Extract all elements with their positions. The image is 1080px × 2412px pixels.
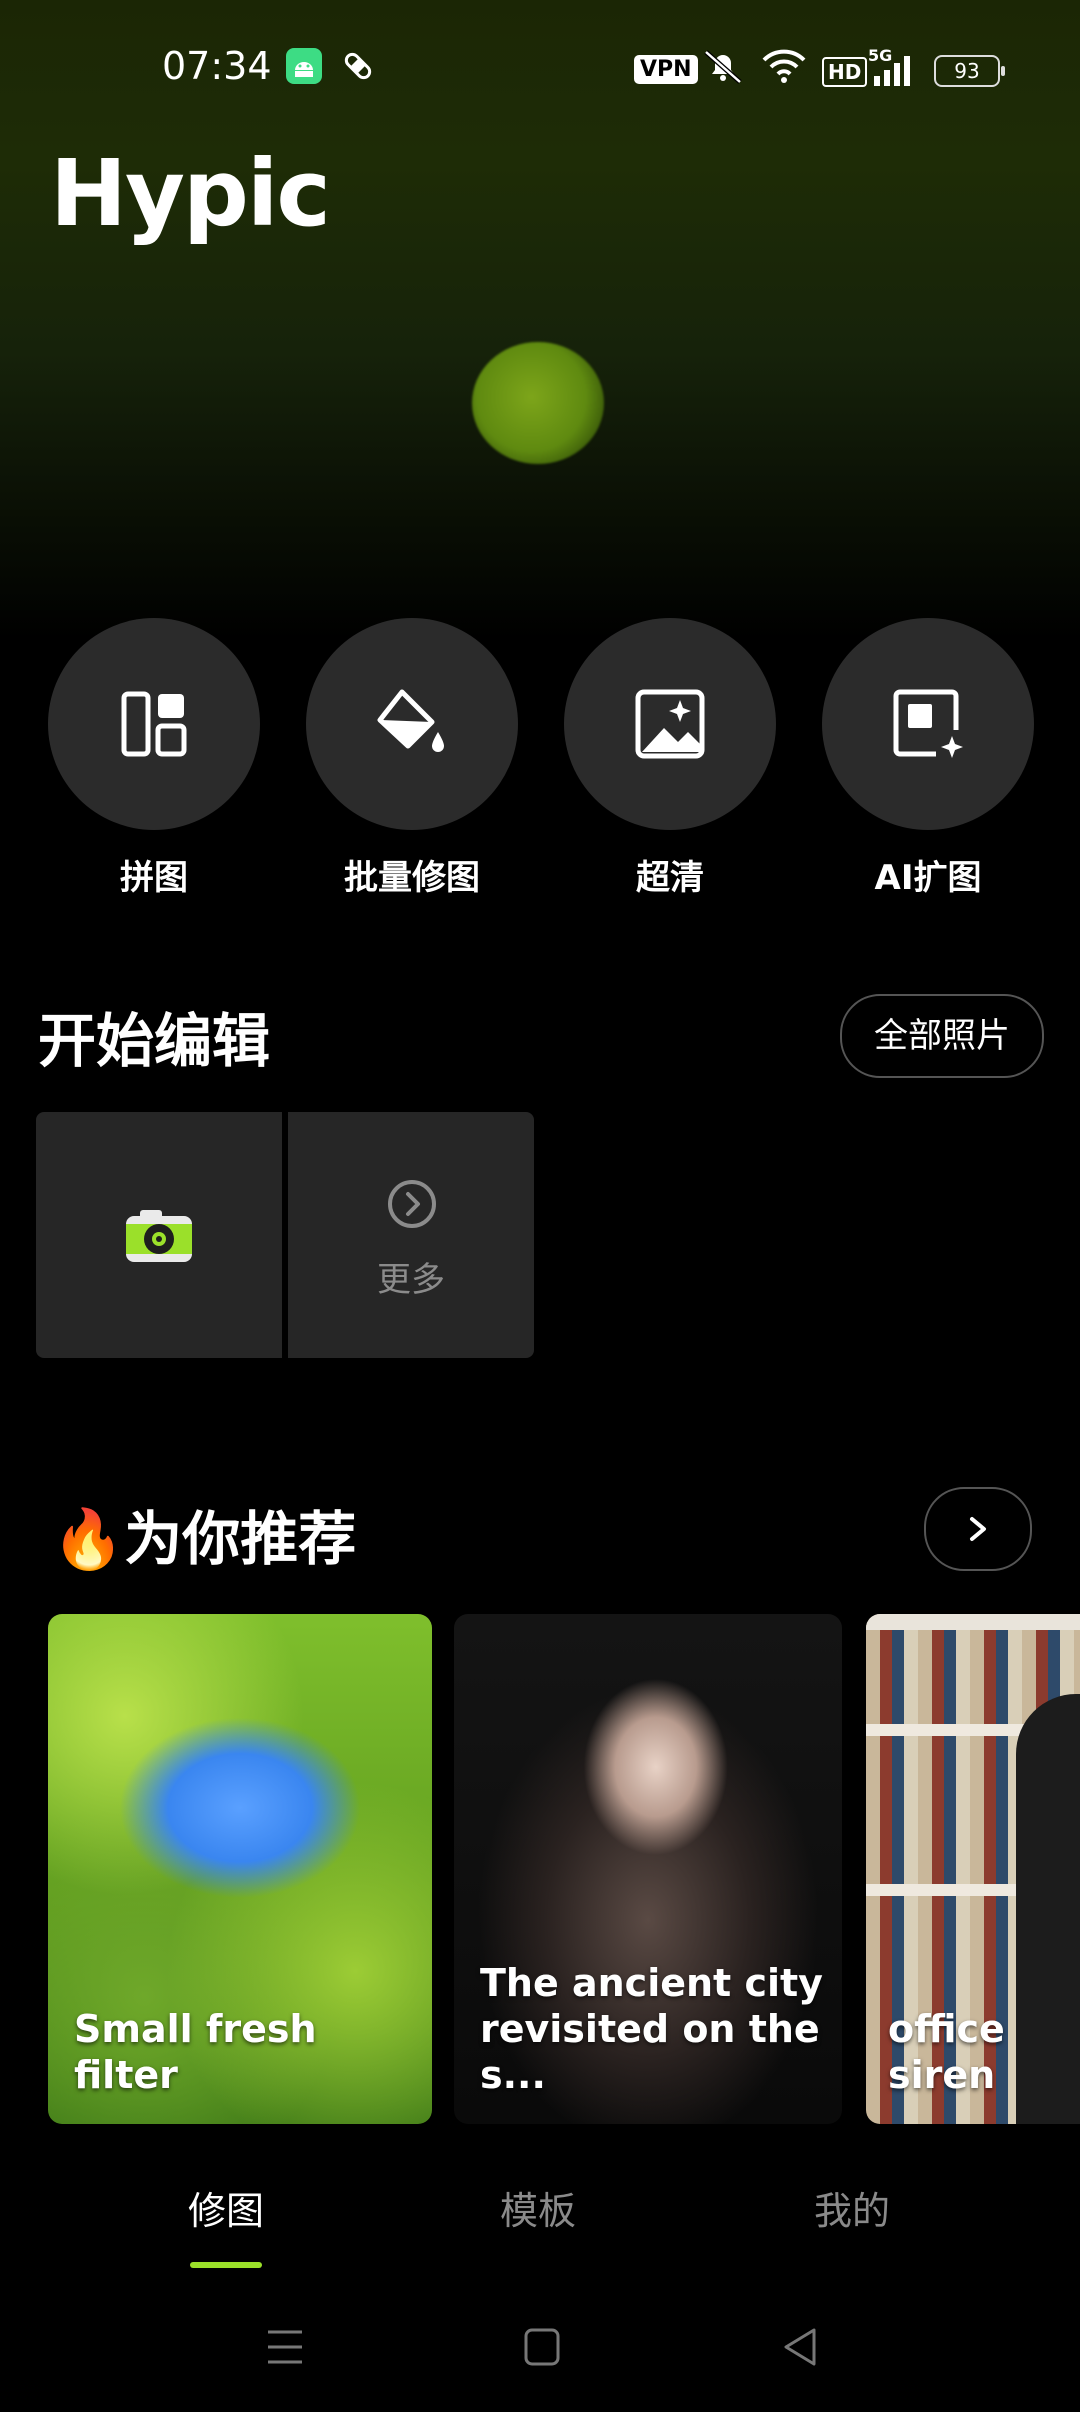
mute-icon — [702, 48, 744, 88]
recommend-more-button[interactable] — [924, 1487, 1032, 1571]
back-icon[interactable] — [782, 2326, 818, 2372]
ai-expand-icon — [893, 689, 963, 758]
recommend-card[interactable]: Small fresh filter — [48, 1614, 432, 2124]
tool-super-resolution[interactable]: 超清 — [564, 618, 776, 899]
green-orb-graphic — [472, 342, 604, 464]
card-caption: Small fresh filter — [74, 2007, 317, 2097]
status-time: 07:34 — [162, 44, 272, 88]
recommend-title: 🔥为你推荐 — [52, 1505, 357, 1573]
active-tab-indicator — [190, 2262, 262, 2268]
collage-icon — [121, 691, 187, 757]
status-bar: 07:34 VPN HD 5G 93 — [0, 0, 1080, 140]
vpn-icon: VPN — [634, 55, 698, 84]
more-tile[interactable]: 更多 — [288, 1112, 534, 1358]
app-logo: Hypic — [50, 140, 331, 247]
paint-bucket-icon — [377, 689, 444, 752]
recommend-card[interactable]: The ancient city revisited on the s... — [454, 1614, 842, 2124]
bandage-icon — [340, 48, 376, 88]
signal-icon — [872, 56, 916, 90]
battery-icon: 93 — [934, 55, 1005, 87]
tool-batch-edit[interactable]: 批量修图 — [306, 618, 518, 899]
card-caption: The ancient city revisited on the s... — [480, 1961, 823, 2097]
more-label: 更多 — [377, 1260, 445, 1300]
tool-ai-expand[interactable]: AI扩图 — [822, 618, 1034, 899]
camera-icon — [124, 1208, 194, 1268]
tool-label: 批量修图 — [344, 858, 480, 898]
tab-edit[interactable]: 修图 — [188, 2180, 264, 2235]
tool-label: AI扩图 — [874, 858, 982, 898]
enhance-image-icon — [635, 689, 705, 759]
recommend-card[interactable]: office siren — [866, 1614, 1080, 2124]
tool-label: 超清 — [636, 858, 704, 898]
tool-collage[interactable]: 拼图 — [48, 618, 260, 899]
start-edit-title: 开始编辑 — [38, 1007, 271, 1075]
menu-icon[interactable] — [266, 2326, 304, 2372]
chevron-circle-right-icon — [386, 1178, 438, 1234]
tool-label: 拼图 — [120, 858, 188, 898]
android-icon — [286, 48, 322, 88]
wifi-icon — [762, 48, 806, 88]
hd-icon: HD — [822, 57, 868, 87]
camera-tile[interactable] — [36, 1112, 282, 1358]
all-photos-button[interactable]: 全部照片 — [840, 994, 1044, 1078]
tab-templates[interactable]: 模板 — [500, 2180, 576, 2235]
chevron-right-icon — [970, 1517, 986, 1541]
card-caption: office siren — [888, 2007, 1005, 2097]
home-icon[interactable] — [524, 2326, 560, 2372]
tab-me[interactable]: 我的 — [814, 2180, 890, 2235]
